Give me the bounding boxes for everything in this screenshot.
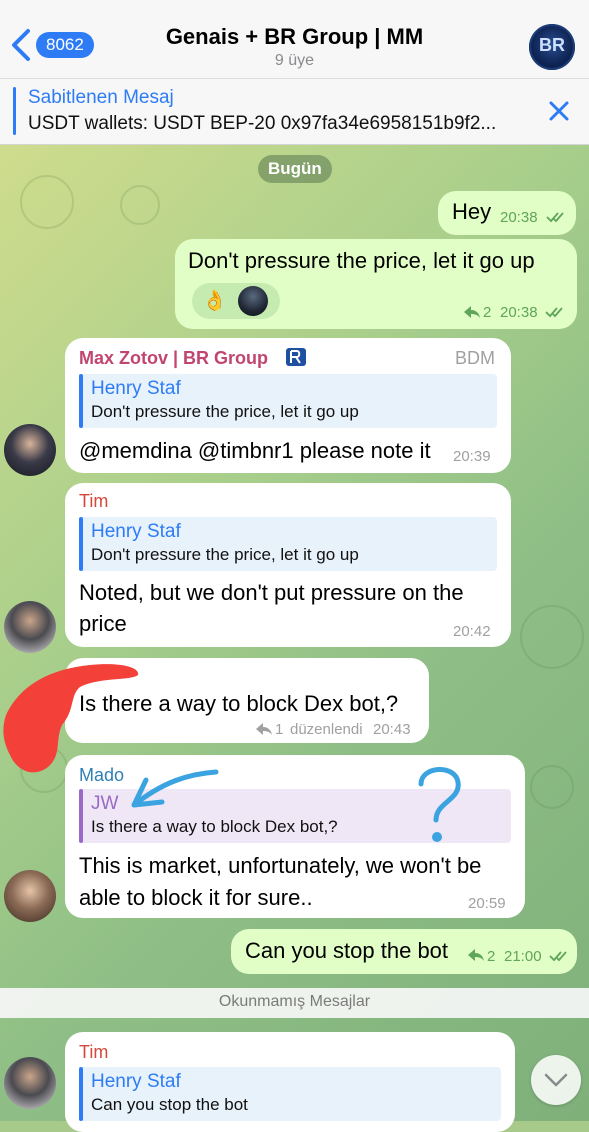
reply-name: Henry Staf — [91, 521, 181, 542]
chat-title[interactable]: Genais + BR Group | MM — [0, 24, 589, 50]
message-time: 20:38 — [500, 209, 538, 226]
scroll-down-button[interactable] — [531, 1055, 581, 1105]
incoming-message[interactable]: Tim Henry Staf Can you stop the bot — [65, 1032, 515, 1132]
message-text: @memdina @timbnr1 please note it — [79, 438, 431, 463]
reply-arrow-icon — [256, 723, 272, 735]
message-time: 21:00 — [504, 948, 542, 965]
reply-count: 2 — [487, 948, 496, 965]
reply-count: 2 — [483, 304, 492, 321]
ok-hand-reaction: 👌 — [202, 290, 227, 312]
reply-name: Henry Staf — [91, 1071, 181, 1092]
reply-text: Don't pressure the price, let it go up — [91, 545, 359, 564]
member-count: 9 üye — [274, 52, 315, 69]
pinned-message-bar[interactable]: Sabitlenen Mesaj USDT wallets: USDT BEP-… — [0, 79, 589, 145]
reply-accent-bar — [79, 789, 83, 843]
incoming-message[interactable]: Tim Henry Staf Don't pressure the price,… — [65, 483, 511, 647]
avatar[interactable] — [4, 601, 56, 653]
blue-annotations — [131, 767, 461, 842]
sender-name[interactable]: Mado — [79, 765, 124, 786]
message-text-line: Noted, but we don't put pressure on the — [79, 580, 464, 605]
double-check-icon — [545, 307, 563, 318]
brand-logo-icon — [286, 348, 306, 366]
reply-preview[interactable]: Henry Staf Can you stop the bot — [79, 1067, 501, 1121]
reply-text: Can you stop the bot — [91, 1095, 248, 1114]
wallpaper-doodle — [20, 175, 74, 229]
chat-header: 8062 Genais + BR Group | MM 9 üye BR — [0, 0, 589, 79]
pin-accent-bar — [13, 87, 16, 135]
message-text-line: This is market, unfortunately, we won't … — [79, 853, 482, 878]
pinned-text: USDT wallets: USDT BEP-20 0x97fa34e69581… — [28, 113, 497, 134]
avatar[interactable] — [4, 870, 56, 922]
message-time: 20:39 — [453, 448, 491, 465]
scroll-down-icon — [544, 1073, 568, 1087]
avatar[interactable] — [4, 1057, 56, 1109]
message-text: Hey — [452, 199, 492, 224]
reply-accent-bar — [79, 1067, 83, 1121]
reactions[interactable]: 👌 — [192, 283, 280, 319]
pinned-title: Sabitlenen Mesaj — [28, 87, 174, 108]
message-time: 20:42 — [453, 623, 491, 640]
avatar[interactable] — [4, 424, 56, 476]
wallpaper-doodle — [520, 605, 584, 669]
reply-text: Don't pressure the price, let it go up — [91, 402, 359, 421]
message-time: 20:38 — [500, 304, 538, 321]
group-avatar-glyph: BR — [539, 35, 565, 55]
message-time: 20:59 — [468, 895, 506, 912]
message-text-line: price — [79, 611, 127, 636]
admin-title: BDM — [455, 348, 495, 368]
sender-name[interactable]: Max Zotov | BR Group — [79, 348, 268, 369]
double-check-icon — [549, 951, 567, 962]
message-text-line: able to block it for sure.. — [79, 885, 313, 910]
reply-name: Henry Staf — [91, 378, 181, 399]
double-check-icon — [546, 212, 564, 223]
reply-arrow-icon — [464, 306, 480, 318]
sender-name[interactable]: Tim — [79, 491, 108, 512]
wallpaper-doodle — [120, 185, 160, 225]
reply-preview[interactable]: Henry Staf Don't pressure the price, let… — [79, 374, 497, 428]
sender-name[interactable]: Tim — [79, 1042, 108, 1063]
message-text: Don't pressure the price, let it go up — [188, 248, 535, 273]
reply-name: JW — [91, 793, 119, 814]
reply-arrow-icon — [468, 949, 484, 961]
reaction-avatar — [238, 286, 268, 316]
group-avatar[interactable]: BR — [529, 24, 575, 70]
date-separator: Bugün — [258, 155, 332, 183]
reply-accent-bar — [79, 517, 83, 571]
reply-accent-bar — [79, 374, 83, 428]
outgoing-message[interactable]: Can you stop the bot 2 21:00 — [231, 929, 577, 974]
incoming-message[interactable]: Max Zotov | BR Group BDM Henry Staf Don'… — [65, 338, 511, 473]
close-icon[interactable] — [544, 96, 574, 126]
message-text: Can you stop the bot — [245, 938, 449, 963]
unread-label: Okunmamış Mesajlar — [218, 993, 371, 1010]
message-time: 20:43 — [373, 721, 411, 738]
edited-label: düzenlendi — [290, 721, 363, 738]
outgoing-message[interactable]: Hey 20:38 — [438, 191, 576, 235]
reply-count: 1 — [275, 721, 284, 738]
unread-separator: Okunmamış Mesajlar — [0, 988, 589, 1018]
wallpaper-doodle — [530, 765, 574, 809]
reply-preview[interactable]: Henry Staf Don't pressure the price, let… — [79, 517, 497, 571]
outgoing-message[interactable]: Don't pressure the price, let it go up 👌… — [175, 239, 577, 329]
